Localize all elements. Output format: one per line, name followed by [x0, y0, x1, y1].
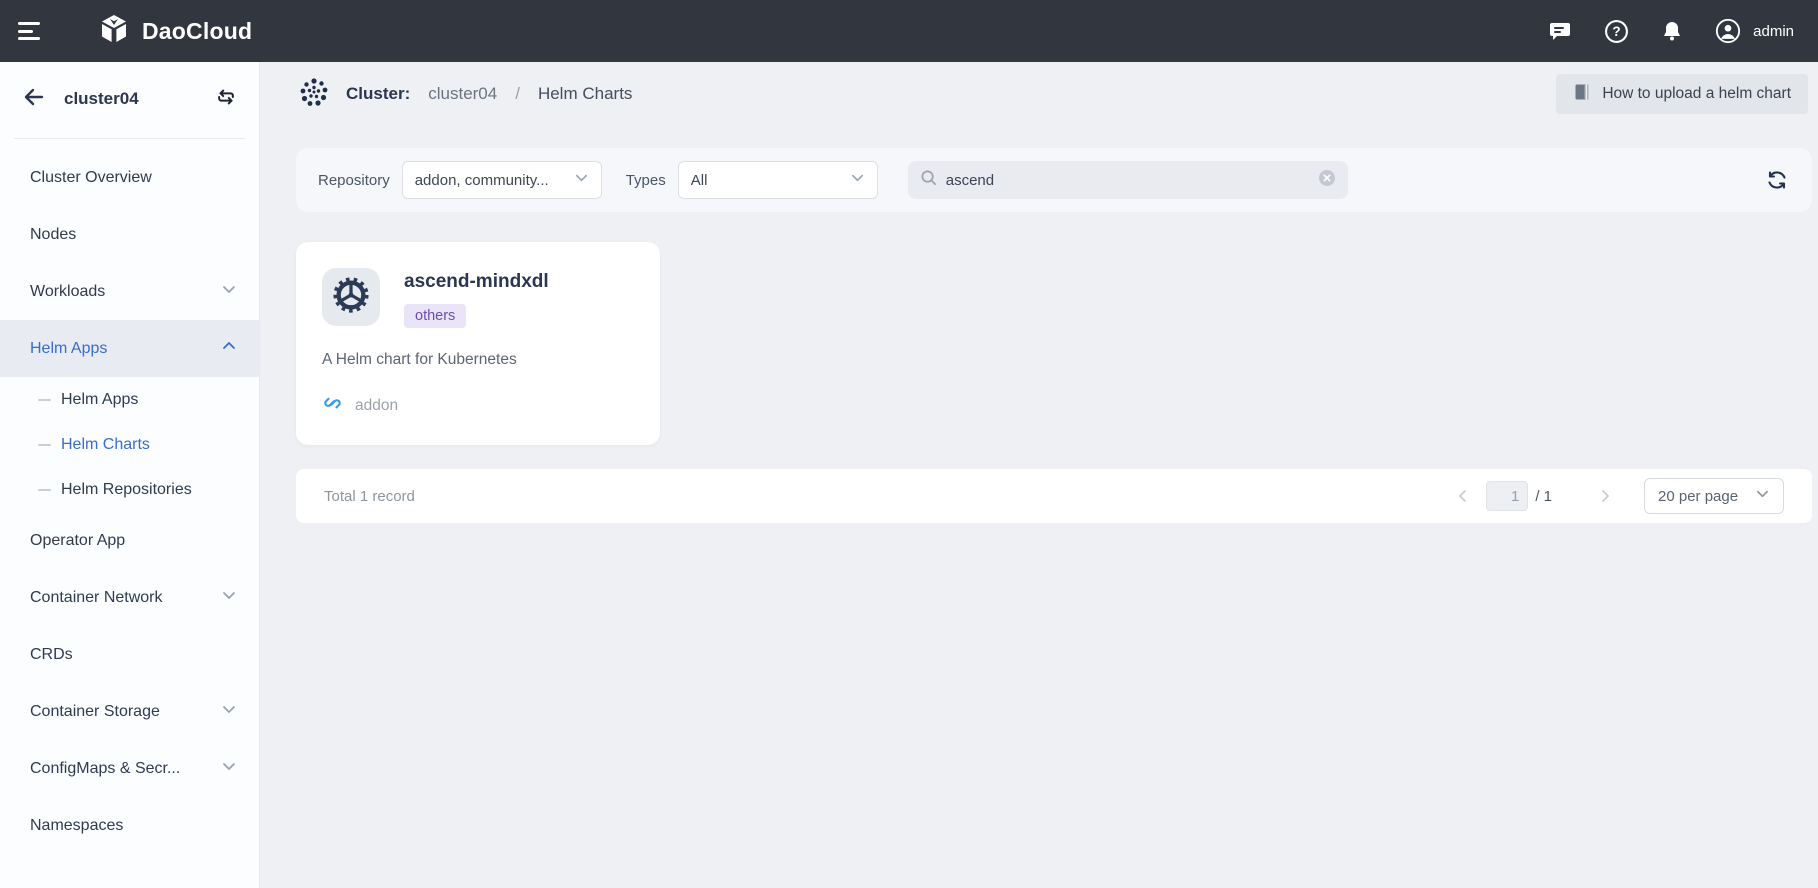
messages-icon[interactable]: [1547, 18, 1573, 44]
chart-description: A Helm chart for Kubernetes: [322, 351, 634, 369]
sidebar-item-namespaces[interactable]: Namespaces: [0, 797, 259, 854]
chart-repo-link[interactable]: addon: [355, 397, 398, 415]
next-page-icon[interactable]: [1594, 485, 1616, 507]
divider: [14, 138, 245, 139]
sidebar-item-helm-apps-group[interactable]: Helm Apps: [0, 320, 259, 377]
back-arrow-icon[interactable]: [22, 85, 46, 114]
notifications-bell-icon[interactable]: [1659, 18, 1685, 44]
cluster-dots-icon: [296, 74, 332, 115]
helm-chart-card[interactable]: ascend-mindxdl others A Helm chart for K…: [296, 242, 660, 445]
breadcrumb: Cluster: cluster04 / Helm Charts How to …: [260, 62, 1818, 126]
current-page-input[interactable]: 1: [1486, 481, 1528, 511]
refresh-icon[interactable]: [1764, 167, 1790, 193]
breadcrumb-separator: /: [515, 84, 520, 104]
sidebar-item-operator-app[interactable]: Operator App: [0, 512, 259, 569]
how-to-upload-label: How to upload a helm chart: [1602, 85, 1791, 103]
types-select[interactable]: All: [678, 161, 878, 199]
sidebar-item-workloads[interactable]: Workloads: [0, 263, 259, 320]
repository-select[interactable]: addon, community...: [402, 161, 602, 199]
cluster-name: cluster04: [64, 89, 139, 109]
daocloud-logo-icon: [98, 13, 130, 50]
search-box: [908, 161, 1348, 199]
chevron-down-icon: [221, 758, 237, 779]
page-count: / 1: [1535, 488, 1552, 505]
main-content: Cluster: cluster04 / Helm Charts How to …: [260, 62, 1818, 888]
sidebar-item-container-network[interactable]: Container Network: [0, 569, 259, 626]
sidebar-item-helm-repositories[interactable]: Helm Repositories: [0, 467, 259, 512]
helm-chart-icon-tile: [322, 268, 380, 326]
dash-icon: [38, 399, 51, 401]
page-size-select[interactable]: 20 per page: [1644, 478, 1784, 514]
sidebar-item-nodes[interactable]: Nodes: [0, 206, 259, 263]
help-icon[interactable]: ?: [1603, 18, 1629, 44]
sidebar-nav: Cluster Overview Nodes Workloads Helm Ap…: [0, 143, 259, 888]
book-icon: [1573, 83, 1591, 106]
menu-toggle-icon[interactable]: [18, 20, 46, 42]
sidebar-item-helm-charts[interactable]: Helm Charts: [0, 422, 259, 467]
sidebar-item-container-storage[interactable]: Container Storage: [0, 683, 259, 740]
dash-icon: [38, 444, 51, 446]
sidebar-item-crds[interactable]: CRDs: [0, 626, 259, 683]
chevron-up-icon: [221, 338, 237, 359]
avatar: [1715, 18, 1741, 44]
total-records: Total 1 record: [324, 488, 415, 505]
breadcrumb-cluster[interactable]: cluster04: [428, 84, 497, 104]
switch-cluster-icon[interactable]: [215, 86, 237, 113]
repository-label: Repository: [318, 172, 390, 189]
svg-text:?: ?: [1612, 24, 1620, 39]
username: admin: [1753, 23, 1794, 40]
chevron-down-icon: [221, 587, 237, 608]
breadcrumb-page: Helm Charts: [538, 84, 632, 104]
pagination-bar: Total 1 record 1 / 1 20 per page: [296, 469, 1812, 523]
chart-category-badge: others: [404, 304, 466, 328]
top-navigation-bar: DaoCloud ? admin: [0, 0, 1818, 62]
helm-gear-icon: [332, 276, 370, 319]
chevron-down-icon: [850, 170, 865, 190]
chevron-down-icon: [1755, 486, 1770, 506]
chevron-down-icon: [221, 701, 237, 722]
search-icon: [920, 169, 937, 191]
how-to-upload-button[interactable]: How to upload a helm chart: [1556, 74, 1808, 114]
breadcrumb-prefix: Cluster:: [346, 84, 410, 104]
sidebar-item-cluster-overview[interactable]: Cluster Overview: [0, 149, 259, 206]
clear-search-icon[interactable]: [1318, 169, 1336, 192]
chevron-down-icon: [574, 170, 589, 190]
brand[interactable]: DaoCloud: [98, 13, 252, 50]
types-label: Types: [626, 172, 666, 189]
sidebar-item-helm-apps[interactable]: Helm Apps: [0, 377, 259, 422]
brand-name: DaoCloud: [142, 18, 252, 45]
prev-page-icon[interactable]: [1452, 485, 1474, 507]
chart-name: ascend-mindxdl: [404, 271, 549, 293]
sidebar: cluster04 Cluster Overview Nodes Workloa…: [0, 62, 260, 888]
search-input[interactable]: [946, 172, 1318, 189]
dash-icon: [38, 489, 51, 491]
filter-panel: Repository addon, community... Types All: [296, 148, 1812, 212]
link-icon: [322, 393, 343, 419]
user-menu[interactable]: admin: [1715, 18, 1794, 44]
sidebar-item-configmaps-secrets[interactable]: ConfigMaps & Secr...: [0, 740, 259, 797]
chevron-down-icon: [221, 281, 237, 302]
